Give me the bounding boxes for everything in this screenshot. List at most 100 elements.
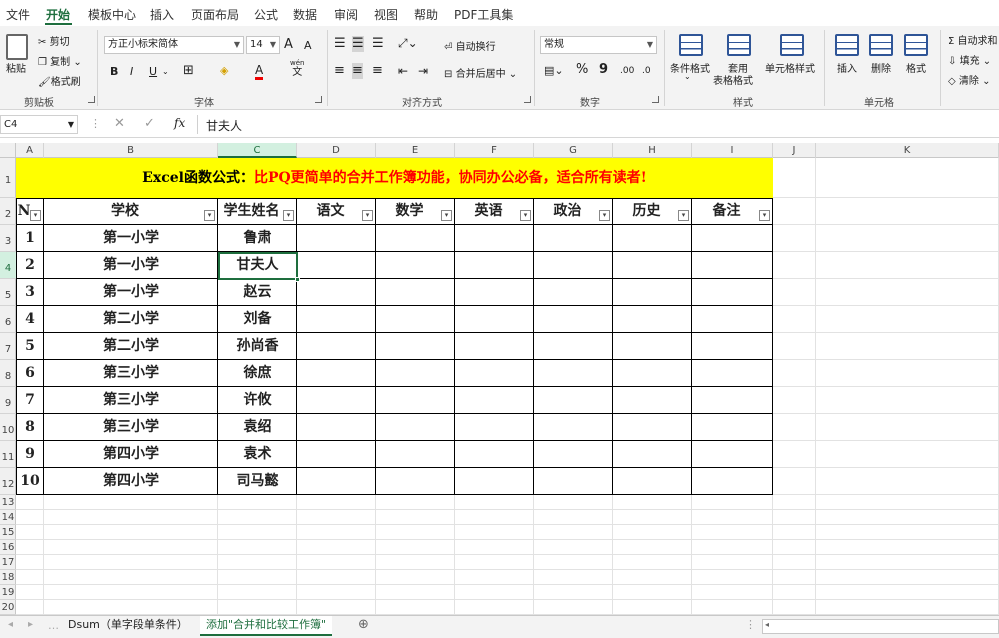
filter-dropdown-icon[interactable]: ▾: [204, 210, 215, 221]
row-header-15[interactable]: 15: [0, 525, 16, 540]
accounting-format-icon[interactable]: ▤⌄: [544, 63, 564, 79]
fill-color-icon[interactable]: ◈: [220, 63, 228, 79]
fill-handle[interactable]: [295, 277, 300, 282]
scroll-left-icon[interactable]: ◂: [765, 620, 769, 629]
table-cell[interactable]: 鲁肃: [218, 225, 297, 252]
clipboard-launcher-icon[interactable]: [88, 96, 95, 103]
chevron-down-icon[interactable]: ⌄: [684, 72, 691, 81]
tab-file[interactable]: 文件: [6, 6, 30, 23]
wrap-text-button[interactable]: ⏎ 自动换行: [444, 38, 496, 53]
column-header-f[interactable]: F: [455, 143, 534, 158]
align-center-icon[interactable]: ≡: [352, 63, 363, 79]
align-bottom-icon[interactable]: ☰: [372, 36, 384, 52]
row-header-3[interactable]: 3: [0, 225, 16, 252]
insert-function-button[interactable]: fx: [174, 116, 185, 130]
filter-dropdown-icon[interactable]: ▾: [362, 210, 373, 221]
prev-sheet-icon[interactable]: ◂: [8, 619, 13, 630]
orientation-icon[interactable]: ⤢⌄: [398, 35, 418, 51]
number-format-dropdown[interactable]: 常规 ▼: [540, 36, 657, 54]
filter-dropdown-icon[interactable]: ▾: [441, 210, 452, 221]
paste-icon[interactable]: [6, 34, 28, 60]
autosum-button[interactable]: Σ 自动求和: [948, 32, 998, 47]
underline-button[interactable]: U: [149, 64, 157, 80]
insert-cells-button[interactable]: 插入: [837, 60, 857, 75]
column-header-j[interactable]: J: [773, 143, 816, 158]
column-header-c[interactable]: C: [218, 143, 297, 158]
cancel-icon[interactable]: ✕: [114, 116, 125, 131]
row-header-6[interactable]: 6: [0, 306, 16, 333]
row-header-19[interactable]: 19: [0, 585, 16, 600]
select-all-corner[interactable]: [0, 143, 16, 158]
decrease-decimal-button[interactable]: .0: [642, 63, 651, 79]
paste-button[interactable]: 粘贴: [6, 60, 26, 75]
row-header-18[interactable]: 18: [0, 570, 16, 585]
comma-style-button[interactable]: 9: [599, 62, 608, 78]
alignment-launcher-icon[interactable]: [524, 96, 531, 103]
more-sheets-icon[interactable]: …: [48, 619, 59, 632]
table-cell[interactable]: 4: [16, 306, 44, 333]
row-header-4[interactable]: 4: [0, 252, 16, 279]
table-cell[interactable]: 10: [16, 468, 44, 495]
filter-dropdown-icon[interactable]: ▾: [759, 210, 770, 221]
header-cell-5[interactable]: 数学: [376, 198, 443, 225]
row-header-12[interactable]: 12: [0, 468, 16, 495]
conditional-formatting-icon[interactable]: [679, 34, 703, 56]
italic-button[interactable]: I: [130, 64, 133, 80]
align-middle-icon[interactable]: ☰: [352, 36, 364, 52]
confirm-icon[interactable]: ✓: [144, 116, 155, 131]
table-cell[interactable]: 8: [16, 414, 44, 441]
clear-button[interactable]: ◇ 清除 ⌄: [948, 72, 990, 87]
table-cell[interactable]: 第一小学: [44, 252, 218, 279]
row-header-17[interactable]: 17: [0, 555, 16, 570]
header-cell-3[interactable]: 学生姓名: [218, 198, 285, 225]
formula-input[interactable]: 甘夫人: [206, 117, 242, 134]
header-cell-8[interactable]: 历史: [613, 198, 680, 225]
tab-insert[interactable]: 插入: [150, 6, 174, 23]
tab-scroll-divider-icon[interactable]: ⋮: [745, 618, 756, 631]
name-box[interactable]: C4 ▼: [0, 115, 78, 134]
row-header-7[interactable]: 7: [0, 333, 16, 360]
tab-review[interactable]: 审阅: [334, 6, 358, 23]
border-icon[interactable]: ⊞: [183, 63, 194, 79]
table-cell[interactable]: 2: [16, 252, 44, 279]
row-header-16[interactable]: 16: [0, 540, 16, 555]
filter-dropdown-icon[interactable]: ▾: [678, 210, 689, 221]
header-cell-7[interactable]: 政治: [534, 198, 601, 225]
table-cell[interactable]: 第一小学: [44, 225, 218, 252]
shrink-font-button[interactable]: A: [304, 38, 312, 54]
percent-button[interactable]: %: [576, 62, 588, 78]
header-cell-6[interactable]: 英语: [455, 198, 522, 225]
align-right-icon[interactable]: ≡: [372, 63, 383, 79]
worksheet-grid[interactable]: ABCDEFGHIJK 1 2 3 4 5 6 7 8 9 10 11 12 13 14 15 16 17 18 1…: [0, 143, 999, 617]
add-sheet-button[interactable]: ⊕: [358, 617, 369, 632]
column-header-b[interactable]: B: [44, 143, 218, 158]
delete-cells-icon[interactable]: [869, 34, 893, 56]
table-cell[interactable]: 9: [16, 441, 44, 468]
filter-dropdown-icon[interactable]: ▾: [30, 210, 41, 221]
table-cell[interactable]: 徐庶: [218, 360, 297, 387]
table-cell[interactable]: 3: [16, 279, 44, 306]
table-cell[interactable]: 6: [16, 360, 44, 387]
table-cell[interactable]: 刘备: [218, 306, 297, 333]
sheet-tab-dsum[interactable]: Dsum（单字段单条件）: [62, 616, 194, 636]
table-cell[interactable]: 第四小学: [44, 441, 218, 468]
table-cell[interactable]: 第四小学: [44, 468, 218, 495]
table-cell[interactable]: 5: [16, 333, 44, 360]
table-cell[interactable]: 孙尚香: [218, 333, 297, 360]
increase-indent-icon[interactable]: ⇥: [418, 63, 428, 79]
insert-cells-icon[interactable]: [835, 34, 859, 56]
table-cell[interactable]: 第三小学: [44, 360, 218, 387]
tab-data[interactable]: 数据: [293, 6, 317, 23]
table-cell[interactable]: 许攸: [218, 387, 297, 414]
row-header-9[interactable]: 9: [0, 387, 16, 414]
column-header-a[interactable]: A: [16, 143, 44, 158]
table-cell[interactable]: 第三小学: [44, 414, 218, 441]
filter-dropdown-icon[interactable]: ▾: [283, 210, 294, 221]
cut-button[interactable]: ✂ 剪切: [38, 33, 70, 48]
format-cells-icon[interactable]: [904, 34, 928, 56]
column-header-d[interactable]: D: [297, 143, 376, 158]
sheet-tab-merge-workbook[interactable]: 添加"合并和比较工作簿": [200, 616, 333, 636]
bold-button[interactable]: B: [110, 64, 118, 80]
row-header-5[interactable]: 5: [0, 279, 16, 306]
row-header-14[interactable]: 14: [0, 510, 16, 525]
